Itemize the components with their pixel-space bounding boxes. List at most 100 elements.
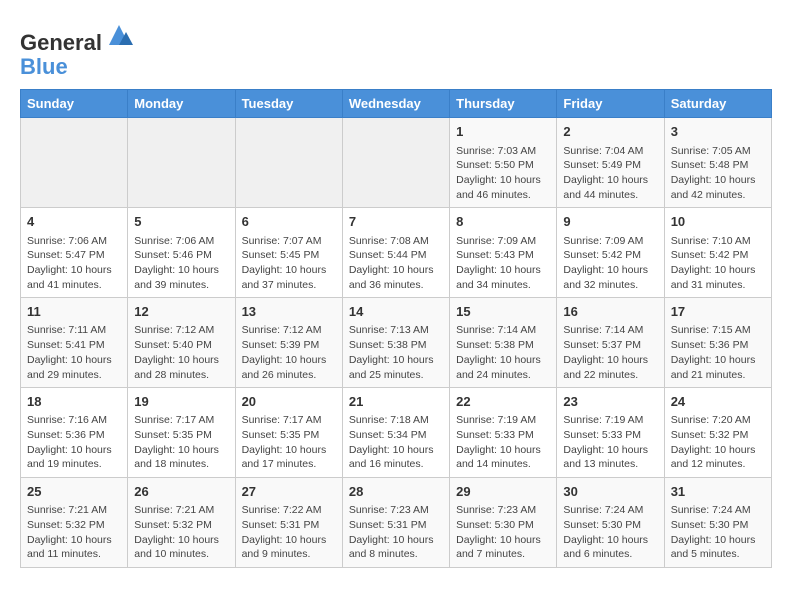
calendar-cell: 28 Sunrise: 7:23 AMSunset: 5:31 PMDayligh… [342,478,449,568]
day-number: 14 [349,303,443,321]
calendar-cell: 5 Sunrise: 7:06 AMSunset: 5:46 PMDaylight… [128,208,235,298]
calendar-cell [235,118,342,208]
day-number: 30 [563,483,657,501]
logo-icon [104,20,134,50]
calendar-cell: 19 Sunrise: 7:17 AMSunset: 5:35 PMDayligh… [128,388,235,478]
day-info: Sunrise: 7:13 AMSunset: 5:38 PMDaylight:… [349,323,443,382]
calendar-cell: 14 Sunrise: 7:13 AMSunset: 5:38 PMDayligh… [342,298,449,388]
day-number: 17 [671,303,765,321]
day-info: Sunrise: 7:14 AMSunset: 5:38 PMDaylight:… [456,323,550,382]
day-number: 29 [456,483,550,501]
day-number: 1 [456,123,550,141]
day-info: Sunrise: 7:23 AMSunset: 5:31 PMDaylight:… [349,503,443,562]
day-info: Sunrise: 7:06 AMSunset: 5:47 PMDaylight:… [27,234,121,293]
day-info: Sunrise: 7:04 AMSunset: 5:49 PMDaylight:… [563,144,657,203]
day-number: 10 [671,213,765,231]
day-info: Sunrise: 7:20 AMSunset: 5:32 PMDaylight:… [671,413,765,472]
day-info: Sunrise: 7:09 AMSunset: 5:43 PMDaylight:… [456,234,550,293]
day-info: Sunrise: 7:21 AMSunset: 5:32 PMDaylight:… [27,503,121,562]
day-info: Sunrise: 7:22 AMSunset: 5:31 PMDaylight:… [242,503,336,562]
day-info: Sunrise: 7:24 AMSunset: 5:30 PMDaylight:… [671,503,765,562]
day-info: Sunrise: 7:03 AMSunset: 5:50 PMDaylight:… [456,144,550,203]
logo-general: General [20,30,102,55]
calendar-cell: 2 Sunrise: 7:04 AMSunset: 5:49 PMDaylight… [557,118,664,208]
day-info: Sunrise: 7:12 AMSunset: 5:40 PMDaylight:… [134,323,228,382]
calendar-cell: 9 Sunrise: 7:09 AMSunset: 5:42 PMDaylight… [557,208,664,298]
day-number: 19 [134,393,228,411]
day-info: Sunrise: 7:24 AMSunset: 5:30 PMDaylight:… [563,503,657,562]
day-number: 2 [563,123,657,141]
weekday-header-wednesday: Wednesday [342,90,449,118]
calendar-cell: 1 Sunrise: 7:03 AMSunset: 5:50 PMDaylight… [450,118,557,208]
day-number: 25 [27,483,121,501]
day-number: 11 [27,303,121,321]
day-info: Sunrise: 7:17 AMSunset: 5:35 PMDaylight:… [134,413,228,472]
calendar-table: SundayMondayTuesdayWednesdayThursdayFrid… [20,89,772,568]
calendar-cell: 7Sunrise: 7:08 AMSunset: 5:44 PMDaylight… [342,208,449,298]
calendar-cell: 13Sunrise: 7:12 AMSunset: 5:39 PMDayligh… [235,298,342,388]
day-number: 4 [27,213,121,231]
day-number: 9 [563,213,657,231]
calendar-cell: 20 Sunrise: 7:17 AMSunset: 5:35 PMDayligh… [235,388,342,478]
weekday-header-thursday: Thursday [450,90,557,118]
day-number: 12 [134,303,228,321]
weekday-header-saturday: Saturday [664,90,771,118]
day-number: 28 [349,483,443,501]
calendar-cell: 29 Sunrise: 7:23 AMSunset: 5:30 PMDayligh… [450,478,557,568]
day-number: 23 [563,393,657,411]
day-info: Sunrise: 7:07 AMSunset: 5:45 PMDaylight:… [242,234,336,293]
calendar-cell [21,118,128,208]
calendar-cell: 16 Sunrise: 7:14 AMSunset: 5:37 PMDayligh… [557,298,664,388]
calendar-cell: 18 Sunrise: 7:16 AMSunset: 5:36 PMDayligh… [21,388,128,478]
calendar-cell: 27Sunrise: 7:22 AMSunset: 5:31 PMDayligh… [235,478,342,568]
day-info: Sunrise: 7:14 AMSunset: 5:37 PMDaylight:… [563,323,657,382]
day-number: 22 [456,393,550,411]
weekday-header-tuesday: Tuesday [235,90,342,118]
calendar-cell: 4 Sunrise: 7:06 AMSunset: 5:47 PMDaylight… [21,208,128,298]
day-number: 3 [671,123,765,141]
calendar-cell [128,118,235,208]
day-number: 8 [456,213,550,231]
day-info: Sunrise: 7:23 AMSunset: 5:30 PMDaylight:… [456,503,550,562]
calendar-cell: 12 Sunrise: 7:12 AMSunset: 5:40 PMDayligh… [128,298,235,388]
day-info: Sunrise: 7:05 AMSunset: 5:48 PMDaylight:… [671,144,765,203]
page-header: General Blue [20,20,772,79]
calendar-cell: 17 Sunrise: 7:15 AMSunset: 5:36 PMDayligh… [664,298,771,388]
day-number: 20 [242,393,336,411]
calendar-cell: 6 Sunrise: 7:07 AMSunset: 5:45 PMDaylight… [235,208,342,298]
calendar-cell: 21 Sunrise: 7:18 AMSunset: 5:34 PMDayligh… [342,388,449,478]
day-info: Sunrise: 7:17 AMSunset: 5:35 PMDaylight:… [242,413,336,472]
day-number: 6 [242,213,336,231]
calendar-cell [342,118,449,208]
day-number: 21 [349,393,443,411]
day-number: 15 [456,303,550,321]
calendar-cell: 15 Sunrise: 7:14 AMSunset: 5:38 PMDayligh… [450,298,557,388]
calendar-cell: 30 Sunrise: 7:24 AMSunset: 5:30 PMDayligh… [557,478,664,568]
day-number: 16 [563,303,657,321]
day-info: Sunrise: 7:12 AMSunset: 5:39 PMDaylight:… [242,323,336,382]
weekday-header-friday: Friday [557,90,664,118]
logo: General Blue [20,20,134,79]
calendar-cell: 11Sunrise: 7:11 AMSunset: 5:41 PMDayligh… [21,298,128,388]
logo-blue: Blue [20,54,68,79]
day-info: Sunrise: 7:19 AMSunset: 5:33 PMDaylight:… [456,413,550,472]
calendar-cell: 26Sunrise: 7:21 AMSunset: 5:32 PMDayligh… [128,478,235,568]
calendar-cell: 23 Sunrise: 7:19 AMSunset: 5:33 PMDayligh… [557,388,664,478]
calendar-cell: 3 Sunrise: 7:05 AMSunset: 5:48 PMDaylight… [664,118,771,208]
calendar-cell: 8 Sunrise: 7:09 AMSunset: 5:43 PMDaylight… [450,208,557,298]
calendar-cell: 24 Sunrise: 7:20 AMSunset: 5:32 PMDayligh… [664,388,771,478]
calendar-cell: 31 Sunrise: 7:24 AMSunset: 5:30 PMDayligh… [664,478,771,568]
day-number: 5 [134,213,228,231]
day-info: Sunrise: 7:19 AMSunset: 5:33 PMDaylight:… [563,413,657,472]
day-info: Sunrise: 7:06 AMSunset: 5:46 PMDaylight:… [134,234,228,293]
day-info: Sunrise: 7:18 AMSunset: 5:34 PMDaylight:… [349,413,443,472]
day-number: 18 [27,393,121,411]
day-info: Sunrise: 7:09 AMSunset: 5:42 PMDaylight:… [563,234,657,293]
day-number: 31 [671,483,765,501]
calendar-cell: 10Sunrise: 7:10 AMSunset: 5:42 PMDayligh… [664,208,771,298]
day-info: Sunrise: 7:16 AMSunset: 5:36 PMDaylight:… [27,413,121,472]
calendar-cell: 22 Sunrise: 7:19 AMSunset: 5:33 PMDayligh… [450,388,557,478]
day-info: Sunrise: 7:15 AMSunset: 5:36 PMDaylight:… [671,323,765,382]
day-info: Sunrise: 7:21 AMSunset: 5:32 PMDaylight:… [134,503,228,562]
day-number: 24 [671,393,765,411]
